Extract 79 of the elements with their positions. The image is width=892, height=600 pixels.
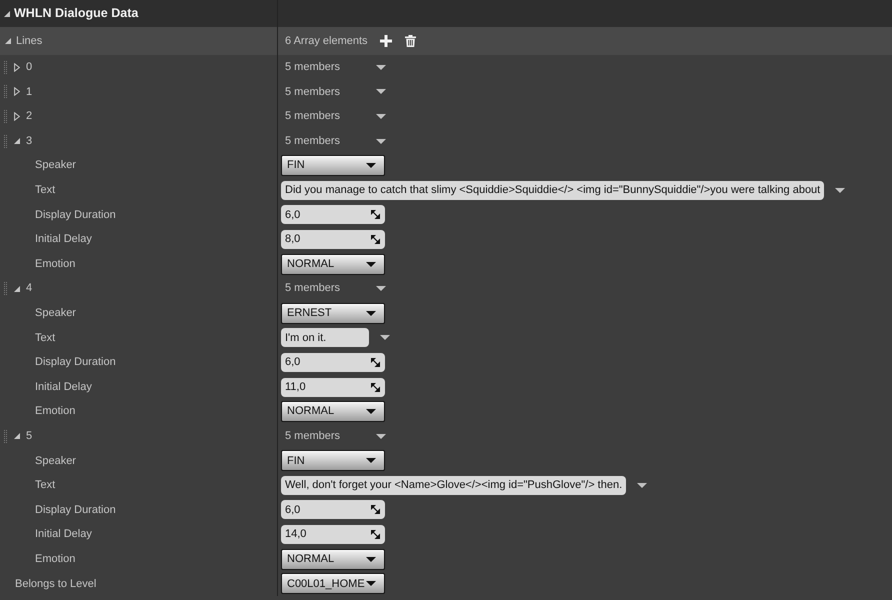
collapsed-triangle-icon[interactable] (14, 112, 20, 121)
members-summary: 5 members (284, 281, 342, 296)
property-label: Text (35, 478, 56, 494)
dropdown[interactable]: NORMAL (281, 254, 385, 275)
caret-icon[interactable] (380, 335, 390, 340)
element-index: 2 (26, 109, 32, 124)
caret-icon (366, 262, 376, 267)
text-field[interactable]: I'm on it. (281, 328, 369, 348)
number-field[interactable]: 14,0 (281, 525, 385, 544)
property-label: Text (35, 183, 56, 198)
property-label: Display Duration (35, 502, 116, 518)
dropdown[interactable]: NORMAL (281, 401, 385, 422)
property-label: Initial Delay (35, 380, 92, 395)
caret-icon[interactable] (376, 89, 386, 94)
members-summary: 5 members (284, 428, 342, 444)
property-label: Text (35, 330, 56, 346)
property-label: Emotion (35, 256, 76, 272)
dropdown[interactable]: ERNEST (281, 302, 385, 324)
expanded-triangle-icon[interactable] (4, 10, 10, 16)
property-label: Belongs to Level (15, 576, 96, 592)
caret-icon (366, 458, 376, 464)
property-label: Speaker (35, 306, 76, 321)
collapsed-triangle-icon[interactable] (14, 87, 20, 96)
array-count: 6 Array elements (284, 34, 368, 49)
dropdown[interactable]: C00L01_HOME (281, 573, 385, 594)
diagonal-arrows-icon (371, 505, 380, 514)
caret-icon[interactable] (637, 482, 648, 488)
expanded-triangle-icon[interactable] (14, 138, 20, 144)
caret-icon (366, 409, 376, 414)
members-summary: 5 members (284, 60, 342, 76)
diagonal-arrows-icon (371, 210, 380, 220)
property-label: Lines (16, 34, 42, 49)
caret-icon[interactable] (376, 434, 386, 439)
element-index: 3 (26, 134, 32, 149)
caret-icon[interactable] (376, 286, 386, 292)
expanded-triangle-icon[interactable] (14, 286, 20, 292)
property-label: Display Duration (35, 208, 116, 223)
diagonal-arrows-icon (371, 234, 380, 244)
property-label: Initial Delay (35, 232, 92, 248)
element-index: 1 (26, 84, 32, 100)
number-field[interactable]: 6,0 (281, 352, 385, 372)
caret-icon[interactable] (835, 188, 846, 193)
members-summary: 5 members (284, 109, 342, 124)
dropdown[interactable]: NORMAL (281, 548, 385, 570)
members-summary: 5 members (284, 84, 342, 100)
expanded-triangle-icon[interactable] (14, 433, 20, 440)
plus-icon[interactable] (380, 35, 392, 47)
caret-icon (366, 310, 376, 316)
panel-title: WHLN Dialogue Data (14, 5, 138, 22)
caret-icon[interactable] (376, 138, 386, 144)
caret-icon (366, 556, 376, 562)
element-index: 4 (26, 281, 32, 296)
number-field[interactable]: 8,0 (281, 230, 385, 249)
dropdown[interactable]: FIN (281, 450, 385, 472)
property-label: Speaker (35, 158, 76, 174)
property-label: Display Duration (35, 355, 116, 370)
element-index: 5 (26, 428, 32, 444)
diagonal-arrows-icon (371, 382, 380, 392)
property-label: Emotion (35, 404, 76, 420)
diagonal-arrows-icon (371, 530, 380, 540)
element-index: 0 (26, 60, 32, 76)
number-field[interactable]: 11,0 (281, 378, 385, 397)
property-label: Initial Delay (35, 527, 92, 542)
caret-icon (366, 581, 376, 586)
caret-icon[interactable] (376, 114, 386, 119)
collapsed-triangle-icon[interactable] (14, 62, 20, 72)
property-label: Speaker (35, 454, 76, 469)
number-field[interactable]: 6,0 (281, 500, 385, 520)
diagonal-arrows-icon (371, 358, 380, 367)
dropdown[interactable]: FIN (281, 155, 385, 176)
members-summary: 5 members (284, 134, 342, 149)
text-field[interactable]: Did you manage to catch that slimy <Squiddie>Squiddie</> <img id="BunnySquiddie"/>you were talking about (281, 180, 824, 200)
property-label: Emotion (35, 552, 76, 567)
expanded-triangle-icon[interactable] (5, 38, 11, 44)
text-field[interactable]: Well, don't forget your <Name>Glove</><img id="PushGlove"/> then. (281, 476, 626, 495)
number-field[interactable]: 6,0 (281, 205, 385, 224)
trash-icon[interactable] (404, 35, 416, 47)
caret-icon (366, 163, 376, 168)
caret-icon[interactable] (376, 64, 386, 70)
